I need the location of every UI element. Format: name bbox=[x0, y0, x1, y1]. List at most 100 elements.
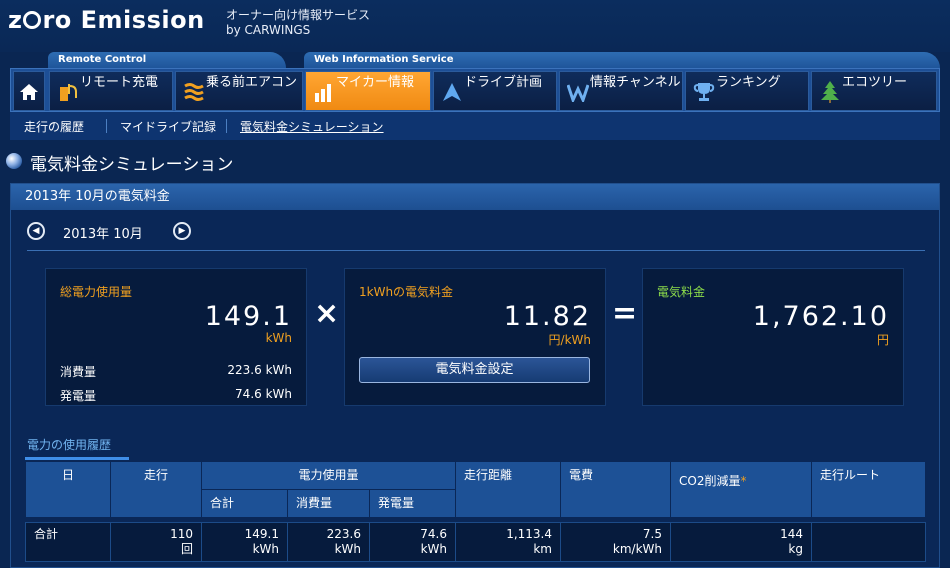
generation-value: 74.6 kWh bbox=[235, 387, 292, 401]
power-usage-history-tab[interactable]: 電力の使用履歴 bbox=[25, 434, 129, 460]
home-icon bbox=[17, 80, 41, 104]
nav-label: エコツリー bbox=[842, 75, 908, 90]
main-nav: リモート充電 乗る前エアコン マイカー情報 ドライブ計画 情報チャンネル ランキ… bbox=[10, 68, 940, 112]
subnav-my-drive-record[interactable]: マイドライブ記録 bbox=[120, 118, 216, 135]
total-consumption-unit: kWh bbox=[334, 542, 361, 556]
nav-label: マイカー情報 bbox=[336, 75, 415, 90]
total-power-cell: 149.1 kWh bbox=[201, 522, 288, 562]
tree-icon bbox=[818, 80, 842, 104]
zero-emission-logo[interactable]: z ro Emission bbox=[8, 6, 205, 34]
col-header-power: 電力使用量 bbox=[201, 461, 456, 490]
consumption-value: 223.6 kWh bbox=[227, 363, 292, 377]
total-co2-value: 144 bbox=[780, 527, 803, 541]
service-subtitle: オーナー向け情報サービス by CARWINGS bbox=[226, 8, 370, 38]
bar-chart-icon bbox=[312, 80, 336, 104]
total-consumption-value: 223.6 bbox=[326, 527, 361, 541]
co2-label: CO2削減量 bbox=[679, 474, 741, 488]
col-header-efficiency: 電費 bbox=[560, 461, 671, 518]
total-efficiency-unit: km/kWh bbox=[612, 542, 662, 556]
title-bullet-icon bbox=[6, 153, 22, 169]
total-co2-cell: 144 kg bbox=[670, 522, 812, 562]
unit-rate-title: 1kWhの電気料金 bbox=[359, 285, 454, 299]
app-header: z ro Emission オーナー向け情報サービス by CARWINGS bbox=[0, 0, 950, 52]
total-usage-title: 総電力使用量 bbox=[60, 285, 133, 299]
sub-nav: 走行の履歴 マイドライブ記録 電気料金シミュレーション bbox=[10, 112, 940, 140]
consumption-label: 消費量 bbox=[60, 365, 97, 379]
total-trips-cell: 110 回 bbox=[110, 522, 202, 562]
rate-settings-button[interactable]: 電気料金設定 bbox=[359, 357, 590, 383]
nav-home[interactable] bbox=[13, 71, 45, 111]
total-usage-box: 総電力使用量 149.1 kWh 消費量 223.6 kWh 発電量 74.6 … bbox=[45, 268, 307, 406]
total-route-cell[interactable] bbox=[811, 522, 926, 562]
total-co2-unit: kg bbox=[788, 542, 803, 556]
nav-eco-tree[interactable]: エコツリー bbox=[811, 71, 937, 111]
total-usage-value: 149.1 bbox=[204, 301, 292, 332]
navigation-arrow-icon bbox=[440, 80, 464, 104]
total-distance-unit: km bbox=[533, 542, 552, 556]
total-distance-cell: 1,113.4 km bbox=[455, 522, 561, 562]
nav-label: リモート充電 bbox=[80, 75, 159, 90]
total-generation-unit: kWh bbox=[420, 542, 447, 556]
nav-mycar-info[interactable]: マイカー情報 bbox=[305, 71, 431, 111]
nav-label: 乗る前エアコン bbox=[206, 75, 298, 90]
nav-remote-charge[interactable]: リモート充電 bbox=[49, 71, 173, 111]
chevron-left-icon[interactable]: ◀ bbox=[27, 222, 45, 240]
aircon-icon bbox=[182, 80, 206, 104]
electricity-cost-title: 電気料金 bbox=[657, 285, 706, 299]
electricity-cost-panel: 2013年 10月の電気料金 ◀ 2013年 10月 ▶ 総電力使用量 149.… bbox=[10, 183, 940, 568]
total-efficiency-cell: 7.5 km/kWh bbox=[560, 522, 671, 562]
col-header-day: 日 bbox=[25, 461, 111, 518]
unit-rate-value: 11.82 bbox=[503, 301, 591, 332]
total-trips-unit: 回 bbox=[180, 542, 193, 556]
unit-rate-box: 1kWhの電気料金 11.82 円/kWh 電気料金設定 bbox=[344, 268, 606, 406]
nav-pre-aircon[interactable]: 乗る前エアコン bbox=[175, 71, 303, 111]
total-distance-value: 1,113.4 bbox=[506, 527, 552, 541]
equals-operator: = bbox=[612, 296, 638, 331]
total-row-label: 合計 bbox=[25, 522, 111, 562]
generation-label: 発電量 bbox=[60, 389, 97, 403]
electricity-cost-box: 電気料金 1,762.10 円 bbox=[642, 268, 904, 406]
total-trips-value: 110 bbox=[170, 527, 193, 541]
current-month-label: 2013年 10月 bbox=[63, 227, 143, 242]
logo-prefix: z bbox=[8, 6, 23, 34]
subnav-electricity-simulation[interactable]: 電気料金シミュレーション bbox=[240, 118, 384, 135]
nav-label: 情報チャンネル bbox=[590, 75, 681, 90]
total-power-value: 149.1 bbox=[244, 527, 279, 541]
total-efficiency-value: 7.5 bbox=[642, 527, 662, 541]
subnav-divider bbox=[106, 119, 107, 133]
power-usage-history-table: 日 走行 電力使用量 走行距離 電費 CO2削減量* 走行ルート 合計 消費量 … bbox=[25, 461, 926, 562]
total-consumption-cell: 223.6 kWh bbox=[287, 522, 370, 562]
unit-rate-unit: 円/kWh bbox=[548, 333, 591, 347]
panel-heading: 2013年 10月の電気料金 bbox=[11, 184, 939, 210]
nav-info-channel[interactable]: 情報チャンネル bbox=[559, 71, 683, 111]
col-header-distance: 走行距離 bbox=[455, 461, 561, 518]
nav-drive-plan[interactable]: ドライブ計画 bbox=[433, 71, 557, 111]
service-subtitle-line1: オーナー向け情報サービス bbox=[226, 8, 371, 22]
total-usage-unit: kWh bbox=[265, 331, 292, 345]
electricity-cost-value: 1,762.10 bbox=[752, 301, 889, 332]
table-header-row: 日 走行 電力使用量 走行距離 電費 CO2削減量* 走行ルート bbox=[25, 461, 926, 518]
co2-footnote-mark: * bbox=[740, 474, 747, 488]
logo-rest: ro Emission bbox=[42, 6, 205, 34]
col-header-power-total: 合計 bbox=[201, 489, 288, 518]
channel-w-icon bbox=[566, 80, 590, 104]
subnav-drive-history[interactable]: 走行の履歴 bbox=[24, 118, 84, 135]
total-power-unit: kWh bbox=[252, 542, 279, 556]
section-divider bbox=[27, 250, 925, 251]
col-header-trips: 走行 bbox=[110, 461, 202, 518]
subnav-divider bbox=[226, 119, 227, 133]
total-generation-value: 74.6 bbox=[420, 527, 447, 541]
logo-o-ring bbox=[23, 11, 42, 29]
charger-icon bbox=[56, 80, 80, 104]
col-header-route: 走行ルート bbox=[811, 461, 926, 518]
nav-ranking[interactable]: ランキング bbox=[685, 71, 809, 111]
chevron-right-icon[interactable]: ▶ bbox=[173, 222, 191, 240]
col-header-co2: CO2削減量* bbox=[670, 461, 812, 518]
nav-label: ランキング bbox=[716, 75, 781, 90]
multiply-operator: × bbox=[314, 296, 340, 331]
col-header-power-generation: 発電量 bbox=[369, 489, 456, 518]
table-row-total: 合計 110 回 149.1 kWh 223.6 kWh 74.6 kWh 1,113.… bbox=[25, 522, 926, 562]
electricity-cost-unit: 円 bbox=[876, 333, 889, 347]
service-subtitle-line2: by CARWINGS bbox=[226, 23, 311, 37]
trophy-icon bbox=[692, 80, 716, 104]
